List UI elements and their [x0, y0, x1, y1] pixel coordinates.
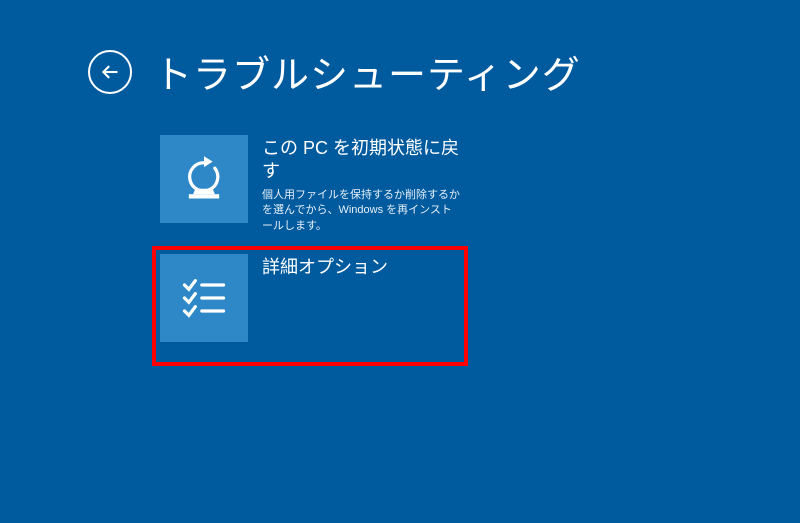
checklist-icon [178, 272, 230, 324]
arrow-left-icon [100, 62, 120, 82]
advanced-tile [160, 254, 248, 342]
page-title: トラブルシューティング [154, 44, 581, 99]
reset-tile [160, 135, 248, 223]
option-advanced[interactable]: 詳細オプション [154, 248, 466, 364]
header: トラブルシューティング [0, 0, 800, 99]
option-reset-desc: 個人用ファイルを保持するか削除するかを選んでから、Windows を再インストー… [262, 188, 460, 234]
option-reset-pc[interactable]: この PC を初期状態に戻す 個人用ファイルを保持するか削除するかを選んでから、… [160, 135, 460, 234]
options-list: この PC を初期状態に戻す 個人用ファイルを保持するか削除するかを選んでから、… [160, 135, 800, 364]
back-button[interactable] [88, 50, 132, 94]
option-advanced-text: 詳細オプション [262, 254, 388, 342]
option-advanced-title: 詳細オプション [262, 256, 388, 279]
reset-icon [178, 153, 230, 205]
option-reset-title: この PC を初期状態に戻す [262, 137, 460, 184]
option-reset-text: この PC を初期状態に戻す 個人用ファイルを保持するか削除するかを選んでから、… [262, 135, 460, 234]
